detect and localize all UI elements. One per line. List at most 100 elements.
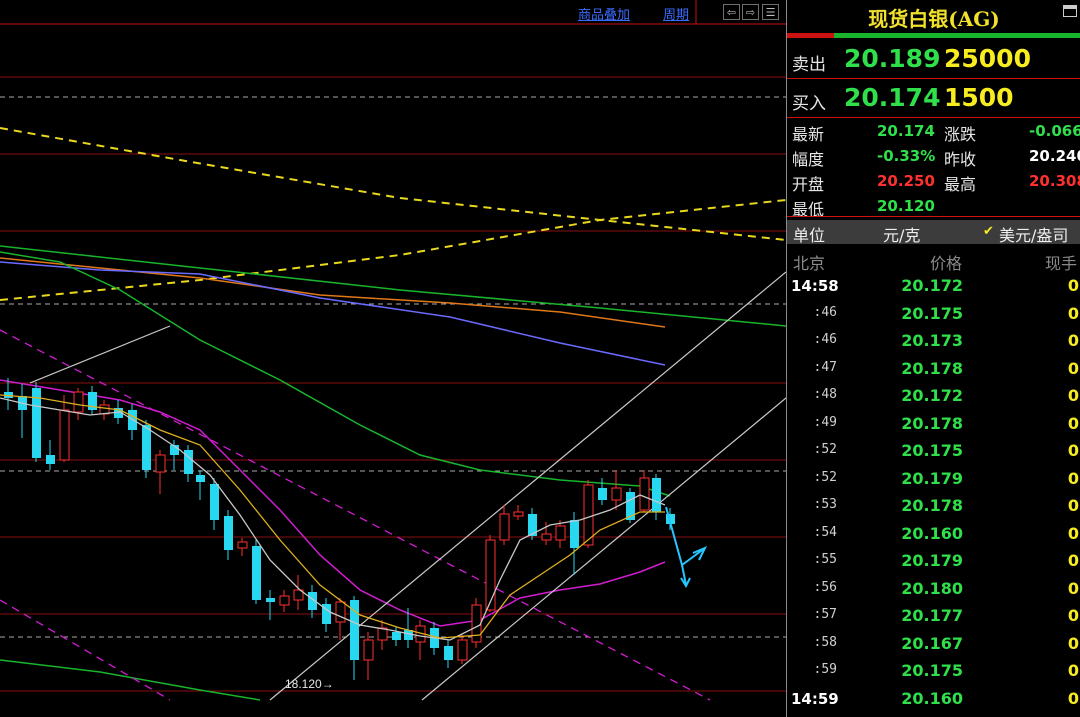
tick-time: :46 <box>813 304 837 320</box>
tick-price: 20.180 <box>901 578 963 598</box>
tick-row: :46 20.175 0 <box>787 301 1080 328</box>
orange-ma <box>0 257 666 328</box>
tick-header-price: 价格 <box>930 254 963 273</box>
check-icon: ✔ <box>983 224 994 239</box>
tick-time: :58 <box>813 634 837 650</box>
tick-time: :54 <box>813 524 837 540</box>
tick-row: :47 20.178 0 <box>787 356 1080 383</box>
tick-volume: 0 <box>1067 413 1079 433</box>
tick-row: :55 20.179 0 <box>787 548 1080 575</box>
candle-body <box>59 409 70 461</box>
tick-volume: 0 <box>1067 633 1079 653</box>
tick-volume: 0 <box>1067 276 1079 295</box>
unit-row: 单位 元/克 ✔ 美元/盎司 <box>787 220 1080 246</box>
buy-label: 买入 <box>792 94 826 114</box>
tick-price: 20.178 <box>901 496 963 515</box>
candle-body <box>196 475 205 482</box>
tick-price: 20.160 <box>901 523 963 543</box>
tick-time: 14:59 <box>791 689 839 708</box>
stat-label: 幅度 <box>792 150 825 169</box>
tick-row: 14:58 20.172 0 <box>787 273 1080 300</box>
tick-row: :57 20.177 0 <box>787 603 1080 630</box>
candle-body <box>142 425 151 470</box>
short-trendline <box>29 325 171 384</box>
buy-price: 20.174 <box>844 83 941 112</box>
tick-volume: 0 <box>1067 523 1079 543</box>
tick-price: 20.179 <box>901 468 963 488</box>
stat-value: -0.066 <box>1029 122 1080 140</box>
candle-body <box>583 484 594 546</box>
tick-row: :46 20.173 0 <box>787 328 1080 355</box>
candle-body <box>210 484 219 520</box>
sell-row: 卖出 20.189 25000 <box>787 41 1080 79</box>
yellow-dashed-trendline-up <box>0 199 786 301</box>
tick-time: 14:58 <box>791 277 839 295</box>
tick-row: :56 20.180 0 <box>787 576 1080 603</box>
chart-canvas: 18.120→ <box>0 0 786 701</box>
yellow-dashed-trendline-down <box>0 127 786 241</box>
tick-price: 20.172 <box>901 276 963 295</box>
candle-body <box>444 646 453 660</box>
candle-body <box>513 511 524 517</box>
unit-cny-option[interactable]: 元/克 <box>883 222 920 246</box>
tick-price: 20.160 <box>901 688 963 708</box>
candle-body <box>279 595 290 606</box>
tick-volume: 0 <box>1067 551 1079 570</box>
candle-body <box>184 450 193 474</box>
tick-row: :53 20.178 0 <box>787 493 1080 520</box>
tick-volume: 0 <box>1067 441 1079 460</box>
buy-row: 买入 20.174 1500 <box>787 80 1080 118</box>
unit-label: 单位 <box>793 226 826 245</box>
tick-time: :59 <box>813 662 837 677</box>
tick-time: :46 <box>813 332 837 347</box>
candle-body <box>266 598 275 602</box>
quote-panel: 现货白银(AG) 卖出 20.189 25000 买入 20.174 1500 … <box>786 0 1080 717</box>
sell-volume: 25000 <box>944 44 1031 73</box>
tick-volume: 0 <box>1067 578 1079 598</box>
tick-price: 20.177 <box>901 606 963 625</box>
instrument-title: 现货白银(AG) <box>868 7 1000 31</box>
candle-body <box>541 533 552 541</box>
unit-usd-option[interactable]: 美元/盎司 <box>999 222 1068 246</box>
channel-line-lower <box>421 397 786 701</box>
tick-volume: 0 <box>1067 661 1079 680</box>
green-long-ma <box>0 245 786 327</box>
tick-header-volume: 现手 <box>1045 254 1078 273</box>
candle-body <box>570 520 579 548</box>
tick-volume: 0 <box>1067 303 1079 323</box>
candle-body <box>237 541 248 549</box>
magenta-ma <box>0 379 666 627</box>
tick-price: 20.172 <box>901 386 963 405</box>
stat-label: 最高 <box>944 175 977 194</box>
candle-body <box>392 632 401 640</box>
tick-time: :47 <box>813 359 837 375</box>
sell-price: 20.189 <box>844 44 941 73</box>
sell-label: 卖出 <box>792 55 826 75</box>
divider <box>787 216 1080 217</box>
candle-body <box>652 478 661 512</box>
tick-price: 20.175 <box>901 661 963 680</box>
tick-volume: 0 <box>1067 358 1079 378</box>
stat-value: 20.308 <box>1029 172 1080 190</box>
candle-body <box>155 454 166 473</box>
candle-body <box>611 487 622 501</box>
grid-lines <box>0 76 786 692</box>
candle-body <box>499 513 510 541</box>
stat-value: 20.120 <box>877 197 935 215</box>
candlestick-chart[interactable]: 商品叠加 周期 ⇦ ⇨ ☰ 18.120→ <box>0 0 786 717</box>
tick-table-header: 北京 价格 现手 <box>787 250 1080 273</box>
candle-body <box>598 488 607 500</box>
tick-price: 20.167 <box>901 633 963 653</box>
candle-body <box>335 601 346 623</box>
candles-group <box>4 378 675 680</box>
green-bottom-line <box>0 659 261 701</box>
tick-price: 20.179 <box>901 551 963 570</box>
divider <box>787 117 1080 118</box>
window-restore-icon[interactable] <box>1063 5 1077 17</box>
stat-value: 20.250 <box>877 172 935 190</box>
tick-volume: 0 <box>1067 606 1079 625</box>
candle-body <box>73 391 84 413</box>
tick-row: :52 20.175 0 <box>787 438 1080 465</box>
tick-time: :52 <box>813 469 837 485</box>
magenta-dashed-lower <box>0 599 171 701</box>
